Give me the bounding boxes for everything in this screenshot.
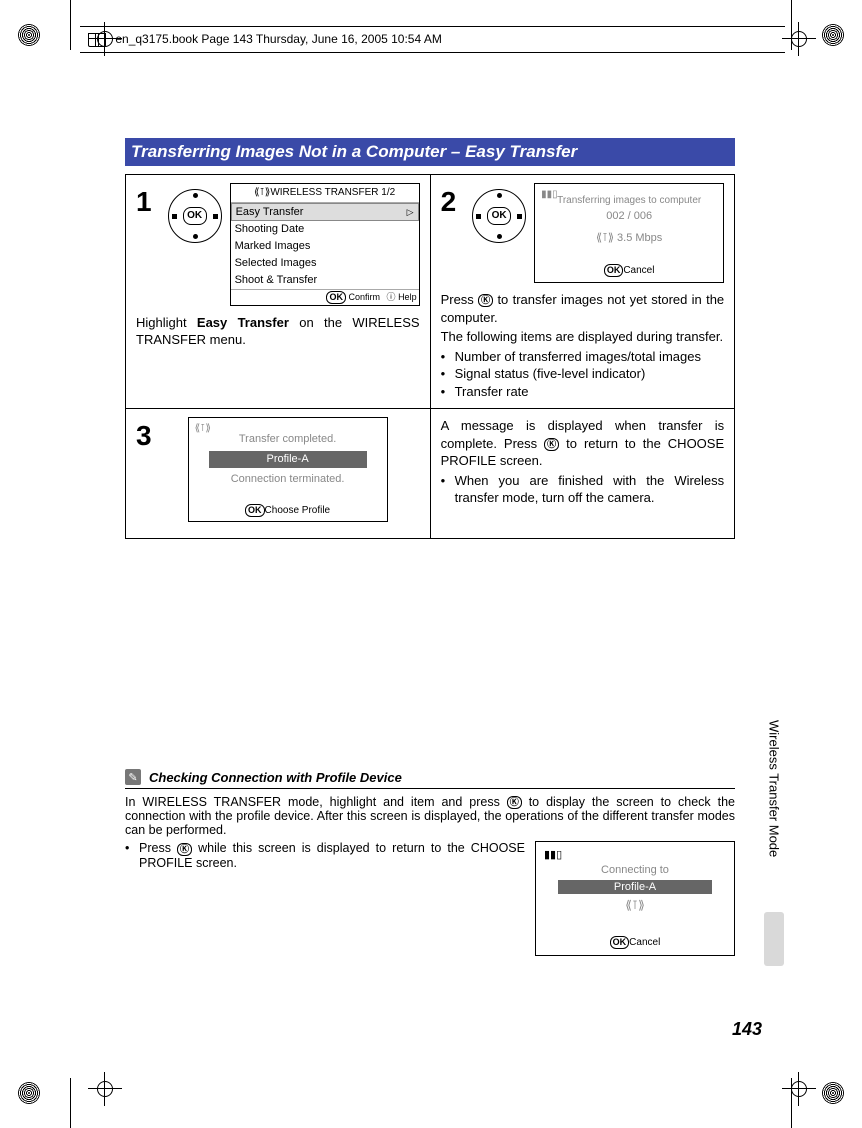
step-number-2: 2 xyxy=(441,183,457,221)
note-header: ✎ Checking Connection with Profile Devic… xyxy=(125,769,735,789)
lcd-profile-bar: Profile-A xyxy=(209,451,367,468)
lcd-rate: ⟪⊺⟫ 3.5 Mbps xyxy=(541,231,717,246)
lcd-menu-item: Selected Images xyxy=(231,255,419,272)
lcd-line: Transferring images to computer xyxy=(541,194,717,208)
list-item: Press Ⓚ while this screen is displayed t… xyxy=(125,841,735,869)
crop-circle xyxy=(18,24,40,46)
lcd-screen-menu: ⟪⊺⟫WIRELESS TRANSFER 1/2 Easy Transfer▷ … xyxy=(230,183,420,306)
lcd-menu-item-selected: Easy Transfer▷ xyxy=(231,203,419,222)
step2-description-2: The following items are displayed during… xyxy=(441,328,725,346)
ok-icon: OK xyxy=(245,504,265,517)
note-icon: ✎ xyxy=(125,769,141,785)
antenna-icon: ⟪⊺⟫ xyxy=(544,898,726,912)
crop-line xyxy=(791,0,792,50)
ok-icon: OK xyxy=(610,936,630,949)
lcd-footer: OKChoose Profile xyxy=(189,504,387,518)
crop-circle xyxy=(822,1082,844,1104)
lcd-screen-complete: ⟪⊺⟫ Transfer completed. Profile-A Connec… xyxy=(188,417,388,522)
list-item: Signal status (five-level indicator) xyxy=(441,365,725,383)
list-item: Number of transferred images/total image… xyxy=(441,348,725,366)
side-tab-marker xyxy=(764,912,784,966)
steps-table: 1 OK ⟪⊺⟫WIRELESS TRANSFER 1/2 Easy Trans… xyxy=(125,174,735,539)
lcd-menu-item: Shooting Date xyxy=(231,221,419,238)
crop-line xyxy=(791,1078,792,1128)
lcd-menu-item: Shoot & Transfer xyxy=(231,272,419,289)
lcd-title: ⟪⊺⟫WIRELESS TRANSFER 1/2 xyxy=(231,184,419,203)
ok-dpad-icon: OK xyxy=(472,189,526,243)
lcd-screen-transfer: ▮▮▯ Transferring images to computer 002 … xyxy=(534,183,724,283)
step1-description: Highlight Easy Transfer on the WIRELESS … xyxy=(136,314,420,349)
ok-icon: Ⓚ xyxy=(544,438,559,451)
registration-mark xyxy=(92,1076,118,1102)
antenna-icon: ⟪⊺⟫ xyxy=(596,232,614,244)
step-number-1: 1 xyxy=(136,183,152,221)
lcd-count: 002 / 006 xyxy=(541,209,717,224)
running-header: en_q3175.book Page 143 Thursday, June 16… xyxy=(80,26,785,53)
ok-button-label: OK xyxy=(183,207,207,225)
page-title: Transferring Images Not in a Computer – … xyxy=(125,138,735,166)
page-number: 143 xyxy=(732,1019,762,1040)
step-number-3: 3 xyxy=(136,417,152,455)
note-bullets: Press Ⓚ while this screen is displayed t… xyxy=(125,841,735,869)
crop-line xyxy=(70,0,71,50)
ok-button-label: OK xyxy=(487,207,511,225)
chevron-right-icon: ▷ xyxy=(407,206,414,218)
antenna-icon: ⟪⊺⟫ xyxy=(195,422,211,436)
note-title: Checking Connection with Profile Device xyxy=(149,770,402,785)
registration-mark xyxy=(786,26,812,52)
book-icon xyxy=(88,33,106,47)
lcd-cancel: OKCancel xyxy=(535,264,723,278)
lcd-profile-bar: Profile-A xyxy=(558,880,712,894)
lcd-footer: OK Confirm ⓘ Help xyxy=(231,289,419,305)
lcd-msg: Transfer completed. xyxy=(195,432,381,447)
antenna-icon: ⟪⊺⟫ xyxy=(254,187,270,198)
lcd-menu-item: Marked Images xyxy=(231,238,419,255)
crop-circle xyxy=(822,24,844,46)
lcd-cancel: OKCancel xyxy=(536,936,734,949)
crop-line xyxy=(70,1078,71,1128)
crop-circle xyxy=(18,1082,40,1104)
step2-description: Press Ⓚ to transfer images not yet store… xyxy=(441,291,725,326)
ok-icon: Ⓚ xyxy=(177,843,192,856)
ok-icon: Ⓚ xyxy=(507,796,522,809)
lcd-msg: Connection terminated. xyxy=(195,472,381,487)
signal-icon: ▮▮▯ xyxy=(541,188,558,202)
note-body: In WIRELESS TRANSFER mode, highlight and… xyxy=(125,795,735,837)
ok-dpad-icon: OK xyxy=(168,189,222,243)
ok-icon: Ⓚ xyxy=(478,294,493,307)
ok-icon: OK xyxy=(326,291,346,304)
list-item: Transfer rate xyxy=(441,383,725,401)
list-item: When you are finished with the Wireless … xyxy=(441,472,725,507)
step2-bullets: Number of transferred images/total image… xyxy=(441,348,725,401)
header-text: en_q3175.book Page 143 Thursday, June 16… xyxy=(115,32,441,46)
step3-description: A message is displayed when transfer is … xyxy=(441,417,725,470)
registration-mark xyxy=(786,1076,812,1102)
step3-bullets: When you are finished with the Wireless … xyxy=(441,472,725,507)
ok-icon: OK xyxy=(604,264,624,277)
